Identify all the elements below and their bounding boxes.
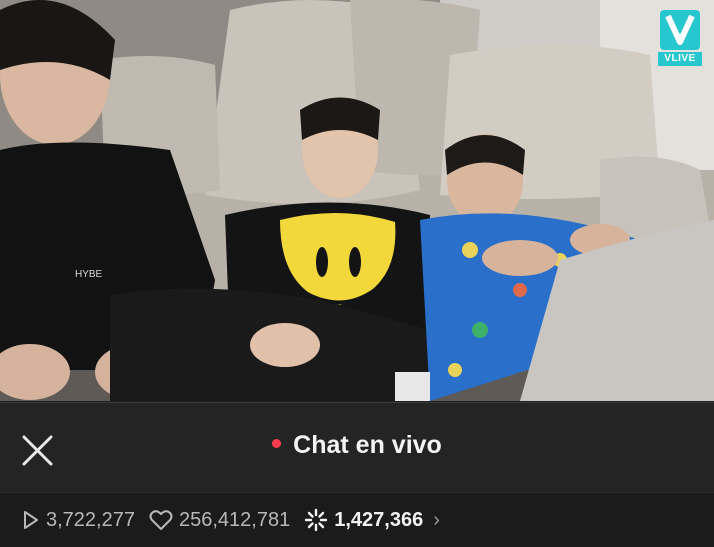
- plays-stat: 3,722,277: [22, 509, 135, 532]
- play-icon: [24, 511, 38, 529]
- shirt-print: HYBE: [75, 269, 103, 280]
- chat-header: Chat en vivo: [0, 402, 714, 493]
- chat-title-wrap: Chat en vivo: [0, 431, 714, 460]
- stats-bar: 3,722,277 256,412,781 1,427,366 ›: [0, 492, 714, 547]
- chevron-right-icon[interactable]: ›: [433, 509, 440, 532]
- video-player[interactable]: HYBE VLIVE: [0, 0, 714, 401]
- vlive-v-icon: [660, 10, 700, 50]
- live-dot-icon: [272, 439, 282, 448]
- likes-count: 256,412,781: [178, 508, 291, 531]
- live-viewers-icon: [305, 508, 328, 532]
- likes-stat: 256,412,781: [149, 509, 290, 532]
- vlive-logo: VLIVE: [656, 8, 704, 66]
- chat-title: Chat en vivo: [293, 431, 442, 459]
- viewers-count: 1,427,366: [334, 508, 424, 531]
- heart-icon: [149, 510, 173, 530]
- plays-count: 3,722,277: [46, 508, 135, 531]
- video-frame: HYBE: [0, 0, 714, 401]
- vlive-label: VLIVE: [658, 52, 702, 66]
- viewers-stat[interactable]: 1,427,366: [304, 508, 423, 532]
